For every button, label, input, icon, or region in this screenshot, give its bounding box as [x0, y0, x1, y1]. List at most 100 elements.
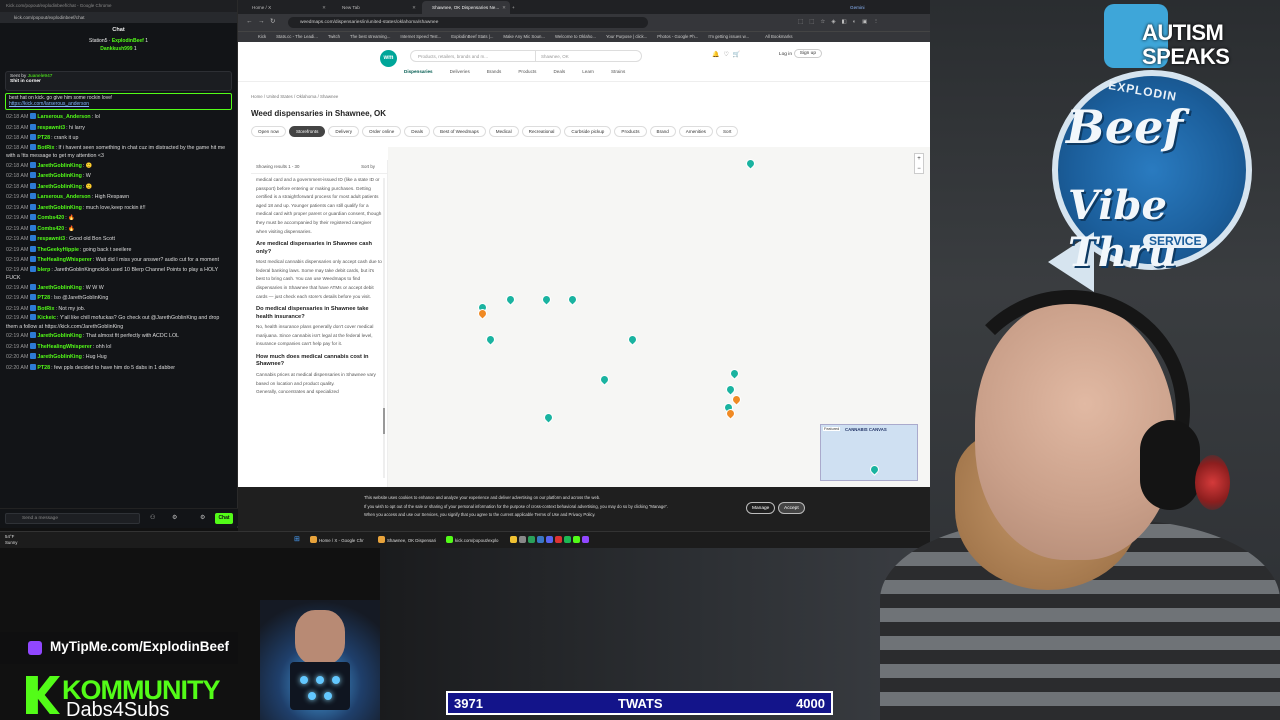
close-icon[interactable]: ✕: [502, 1, 506, 14]
message-username[interactable]: PT28: [37, 295, 50, 301]
weedmaps-logo[interactable]: wm: [380, 50, 397, 67]
filter-chip[interactable]: Delivery: [328, 126, 360, 137]
scroll-thumb[interactable]: [383, 408, 385, 434]
weather-widget[interactable]: 54°F Sunny: [5, 534, 17, 546]
breadcrumb[interactable]: Home / United States / Oklahoma / Shawne…: [251, 94, 338, 99]
bookmark-item[interactable]: Make Any Mic Soun...: [503, 34, 545, 39]
bookmark-item[interactable]: I'm getting issues w...: [708, 34, 749, 39]
settings-icon[interactable]: ⚙: [172, 515, 178, 521]
back-icon[interactable]: ←: [246, 17, 253, 27]
windows-start-icon[interactable]: ⊞: [294, 536, 300, 544]
map-pin-icon[interactable]: [744, 157, 757, 170]
message-username[interactable]: BotRix: [37, 145, 54, 151]
zoom-in-icon[interactable]: +: [915, 154, 923, 164]
filter-chip[interactable]: Order online: [362, 126, 402, 137]
message-username[interactable]: respawnit3: [37, 236, 65, 242]
new-tab-plus-icon[interactable]: +: [510, 1, 522, 14]
taskbar-item-kick[interactable]: kick.com/popout/explo: [446, 536, 498, 545]
message-username[interactable]: JarethGoblinKing: [37, 285, 81, 291]
message-username[interactable]: JarethGoblinKing: [37, 354, 81, 360]
message-username[interactable]: TheHealingWhisperer: [37, 344, 91, 350]
gifter-2-name[interactable]: Dankkush999: [100, 46, 132, 52]
map-pin-icon[interactable]: [728, 367, 741, 380]
gift-icon[interactable]: ⚇: [150, 515, 156, 521]
map-pin-icon[interactable]: [504, 293, 517, 306]
message-username[interactable]: TheHealingWhisperer: [37, 257, 91, 263]
map-ad[interactable]: Featured CANNABIS CANVAS: [820, 424, 918, 481]
message-username[interactable]: JarethGoblinKing: [37, 205, 81, 211]
all-bookmarks[interactable]: All Bookmarks: [765, 34, 792, 39]
header-icons[interactable]: 🔔♡🛒: [712, 51, 744, 58]
chat-url[interactable]: kick.com/popout/explodinbeef/chat: [0, 12, 237, 23]
url-input[interactable]: weedmaps.com/dispensaries/in/united-stat…: [288, 17, 648, 28]
results-scrollbar[interactable]: [383, 178, 385, 478]
map-pin-icon[interactable]: [626, 333, 639, 346]
gifter-1-name[interactable]: Station5: [89, 38, 107, 44]
filter-chip[interactable]: Recreational: [521, 126, 562, 137]
message-username[interactable]: JarethGoblinKing: [37, 333, 81, 339]
message-username[interactable]: PT28: [37, 135, 50, 141]
filter-chip[interactable]: Storefronts: [288, 126, 326, 137]
map-pin-icon[interactable]: [598, 373, 611, 386]
tab-home-x[interactable]: Home / X ✕: [242, 1, 330, 14]
taskbar-item-chrome-shawnee[interactable]: Shawnee, OK Dispensari: [378, 536, 436, 545]
dispensary-map[interactable]: + − Featured CANNABIS CANVAS: [388, 147, 930, 487]
message-username[interactable]: JarethGoblinKing: [37, 163, 81, 169]
bookmark-item[interactable]: ExplodinBeef Stats |...: [451, 34, 493, 39]
cookie-manage-button[interactable]: Manage: [746, 502, 776, 514]
filter-chip[interactable]: Best of Weedmaps: [433, 126, 486, 137]
nav-dispensaries[interactable]: Dispensaries: [404, 69, 433, 74]
close-icon[interactable]: ✕: [412, 1, 416, 14]
bookmark-item[interactable]: Photos - Google Ph...: [657, 34, 698, 39]
extension-icons[interactable]: ⬚⬚☆◈◧◐▣⋮: [798, 17, 885, 27]
nav-deals[interactable]: Deals: [553, 69, 565, 74]
bookmark-item[interactable]: Stats.cc - The Leadi...: [276, 34, 318, 39]
message-username[interactable]: blerp: [37, 267, 50, 273]
gifter-1-user[interactable]: ExplodinBeef: [112, 38, 144, 44]
search-input[interactable]: Products, retailers, brands and m...: [418, 51, 488, 62]
filter-chip[interactable]: Sort: [715, 126, 739, 137]
forward-icon[interactable]: →: [258, 17, 265, 27]
bookmark-item[interactable]: Welcome to Oklaho...: [555, 34, 596, 39]
cookie-accept-button[interactable]: Accept: [778, 502, 805, 514]
filter-chip[interactable]: Medical: [488, 126, 519, 137]
message-username[interactable]: PT28: [37, 365, 50, 371]
pinned-message[interactable]: Sent by Juanele947 Shit in corner: [5, 71, 232, 91]
bookmark-item[interactable]: Kick: [258, 34, 266, 39]
nav-products[interactable]: Products: [518, 69, 536, 74]
message-username[interactable]: respawnit3: [37, 125, 65, 131]
message-username[interactable]: Larserous_Anderson: [37, 114, 90, 120]
filter-chip[interactable]: Open now: [251, 126, 286, 137]
message-username[interactable]: Kickeic: [37, 315, 56, 321]
location-input[interactable]: Shawnee, OK: [535, 51, 569, 62]
bookmark-item[interactable]: Twitch: [328, 34, 340, 39]
tab-shawnee[interactable]: Shawnee, OK Dispensaries Ne... ✕: [422, 1, 510, 14]
message-username[interactable]: Larserous_Anderson: [37, 194, 90, 200]
message-username[interactable]: JarethGoblinKing: [37, 173, 81, 179]
bookmark-item[interactable]: Your Purpose | click...: [606, 34, 647, 39]
map-pin-icon[interactable]: [540, 293, 553, 306]
map-pin-icon[interactable]: [566, 293, 579, 306]
tab-new[interactable]: New Tab ✕: [332, 1, 420, 14]
message-username[interactable]: Combs420: [37, 215, 64, 221]
bookmark-item[interactable]: Internet Speed Test...: [400, 34, 441, 39]
zoom-out-icon[interactable]: −: [915, 164, 923, 174]
filter-chip[interactable]: Amenities: [678, 126, 713, 137]
sort-dropdown[interactable]: Sort by: [361, 160, 375, 174]
pinned-app-icons[interactable]: [510, 536, 591, 545]
filter-chip[interactable]: Deals: [404, 126, 431, 137]
nav-learn[interactable]: Learn: [582, 69, 594, 74]
message-username[interactable]: TheGeekyHippie: [37, 247, 79, 253]
zoom-control[interactable]: + −: [914, 153, 924, 174]
login-link[interactable]: Log in: [779, 52, 792, 57]
filter-chip[interactable]: Curbside pickup: [564, 126, 612, 137]
taskbar-item-chrome-x[interactable]: Home / X - Google Chr: [310, 536, 364, 545]
filter-chip[interactable]: Brand: [649, 126, 676, 137]
chat-message-input[interactable]: Send a message: [5, 513, 140, 524]
map-pin-icon[interactable]: [542, 411, 555, 424]
filter-chip[interactable]: Products: [614, 126, 647, 137]
message-username[interactable]: Combs420: [37, 226, 64, 232]
nav-deliveries[interactable]: Deliveries: [450, 69, 470, 74]
gemini-button[interactable]: Gemini: [846, 1, 886, 14]
nav-brands[interactable]: Brands: [487, 69, 502, 74]
